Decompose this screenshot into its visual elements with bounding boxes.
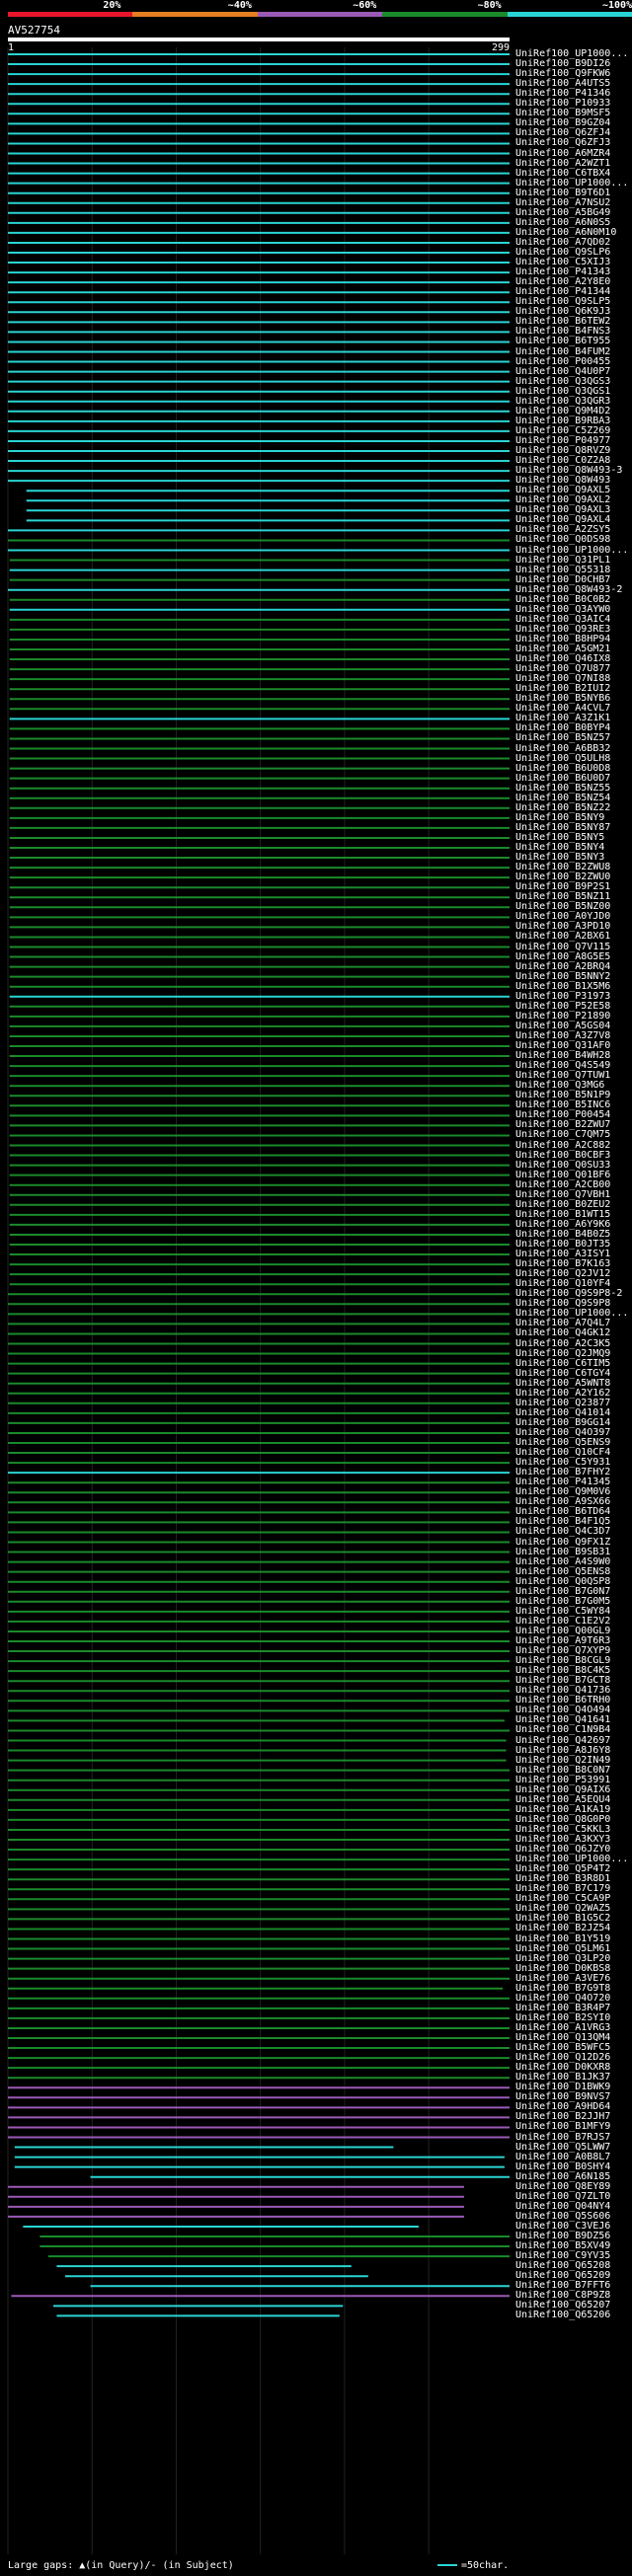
hit-label[interactable]: UniRef100_B1MFY9 xyxy=(515,2122,610,2132)
hit-label[interactable]: UniRef100_Q4GK12 xyxy=(515,1328,610,1338)
footer-gaps-note: Large gaps: ▲(in Query)/- (in Subject) xyxy=(8,2560,234,2571)
hit-label[interactable]: UniRef100_Q6ZFJ3 xyxy=(515,138,610,148)
legend-text: =50char. xyxy=(461,2560,510,2571)
hit-label[interactable]: UniRef100_UP1000... xyxy=(515,545,628,556)
hit-label[interactable]: UniRef100_C7QM75 xyxy=(515,1130,610,1140)
hit-label[interactable]: UniRef100_C1N9B4 xyxy=(515,1725,610,1735)
hit-label[interactable]: UniRef100_Q7V115 xyxy=(515,942,610,952)
hit-label[interactable]: UniRef100_Q4C3D7 xyxy=(515,1527,610,1537)
footer-legend: =50char. xyxy=(437,2560,509,2571)
hit-label[interactable]: UniRef100_B4FUM2 xyxy=(515,346,610,357)
hit-label[interactable]: UniRef100_Q42697 xyxy=(515,1735,610,1746)
hit-label[interactable]: UniRef100_Q0DS98 xyxy=(515,535,610,545)
legend-line-icon xyxy=(437,2564,457,2566)
hit-label[interactable]: UniRef100_A6MZR4 xyxy=(515,148,610,159)
hit-label[interactable]: UniRef100_A2BX61 xyxy=(515,932,610,942)
hit-label[interactable]: UniRef100_A2C882 xyxy=(515,1140,610,1151)
hit-label[interactable]: UniRef100_B6T955 xyxy=(515,337,610,346)
hit-label[interactable]: UniRef100_B5NZ57 xyxy=(515,733,610,743)
hit-label[interactable]: UniRef100_A6BB32 xyxy=(515,743,610,754)
hit-label[interactable]: UniRef100_B2JZ54 xyxy=(515,1924,610,1933)
hit-label[interactable]: UniRef100_Q9FX1Z xyxy=(515,1537,610,1548)
hit-label[interactable]: UniRef100_B7RJS7 xyxy=(515,2132,610,2143)
hit-label[interactable]: UniRef100_B1Y519 xyxy=(515,1933,610,1944)
hit-label[interactable]: UniRef100_Q65206 xyxy=(515,2311,610,2320)
hit-label[interactable]: UniRef100_A2C3K5 xyxy=(515,1338,610,1349)
